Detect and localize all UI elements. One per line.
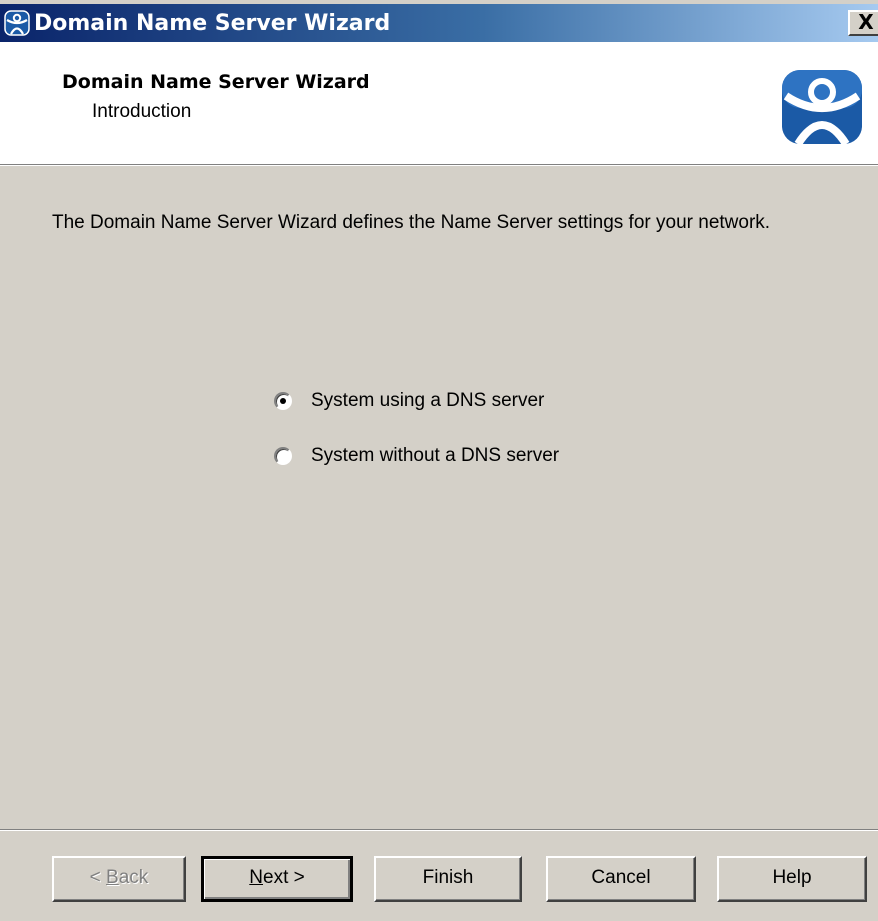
wizard-window: Domain Name Server Wizard X Domain Name …: [0, 0, 878, 921]
header-title: Domain Name Server Wizard: [62, 71, 370, 93]
header-subtitle: Introduction: [92, 101, 192, 122]
back-button[interactable]: < Back: [52, 856, 186, 902]
close-button[interactable]: X: [848, 10, 878, 36]
radio-label: System without a DNS server: [311, 445, 560, 466]
radio-button-selected[interactable]: [274, 392, 292, 410]
wizard-header: Domain Name Server Wizard Introduction: [0, 42, 878, 164]
cancel-button[interactable]: Cancel: [546, 856, 696, 902]
footer-divider: [0, 829, 878, 831]
thinmanager-logo: [782, 70, 862, 146]
radio-dot-icon: [280, 398, 286, 404]
help-button[interactable]: Help: [717, 856, 867, 902]
intro-description: The Domain Name Server Wizard defines th…: [52, 212, 771, 233]
finish-button[interactable]: Finish: [374, 856, 522, 902]
window-title: Domain Name Server Wizard: [34, 11, 391, 36]
header-divider: [0, 164, 878, 166]
next-button[interactable]: Next >: [201, 856, 353, 902]
title-bar[interactable]: Domain Name Server Wizard X: [0, 4, 878, 42]
radio-button[interactable]: [274, 447, 292, 465]
thinmanager-icon: [4, 10, 30, 36]
close-icon: X: [858, 10, 874, 34]
radio-label: System using a DNS server: [311, 390, 545, 411]
